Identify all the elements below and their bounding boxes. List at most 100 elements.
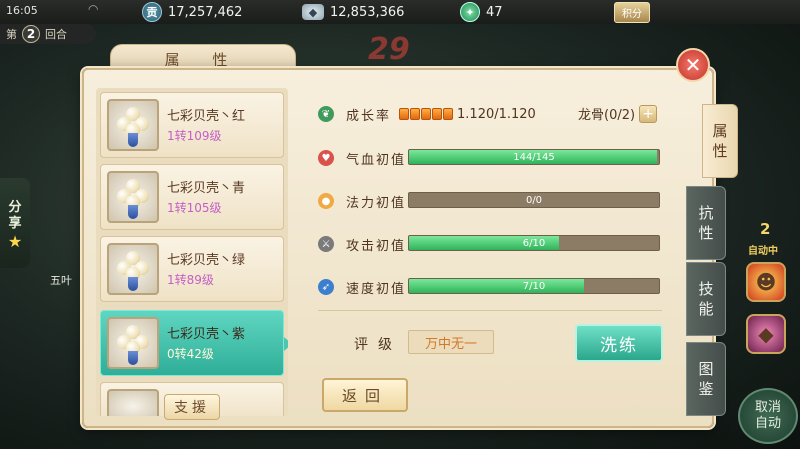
pet-list-item[interactable]: 七彩贝壳丶红 1转109级 — [100, 92, 284, 158]
rating-value: 万中无一 — [408, 330, 494, 354]
pet-level: 1转109级 — [167, 129, 222, 143]
attr-label: 攻击初值 — [346, 238, 407, 254]
attr-bar: 0/0 — [408, 192, 660, 208]
crystal-icon: ◆ — [758, 322, 774, 346]
attr-bar: 7/10 — [408, 278, 660, 294]
growth-label: 成长率 — [346, 108, 392, 124]
pet-list-item-selected[interactable]: 七彩贝壳丶紫 0转42级 — [100, 310, 288, 376]
share-label-2: 享 — [8, 216, 22, 231]
attr-row-attack: ⚔ 攻击初值 6/10 — [318, 234, 660, 254]
attr-bar-text: 6/10 — [522, 237, 546, 249]
pet-portrait — [107, 243, 159, 295]
growth-rate-row: ❦ 成长率 1.120/1.120 — [318, 104, 536, 124]
growth-pip — [443, 108, 454, 120]
jade-value: 47 — [486, 4, 503, 20]
tab-skills[interactable]: 技 能 — [686, 262, 726, 336]
tab-attributes[interactable]: 属 性 — [702, 104, 738, 178]
jade-icon: ✦ — [460, 2, 480, 22]
tab-label-1: 抗 — [698, 204, 714, 222]
assist-button[interactable]: 支援 — [164, 394, 220, 420]
cancel-auto-button[interactable]: 取消 自动 — [738, 388, 798, 444]
attr-row-hp: ♥ 气血初值 144/145 — [318, 148, 660, 168]
cancel-auto-label-2: 自动 — [754, 416, 781, 431]
pet-list[interactable]: 七彩贝壳丶红 1转109级 七彩贝壳丶青 1转105级 七彩贝壳丶绿 1转89级… — [96, 88, 288, 416]
attr-bar: 6/10 — [408, 235, 660, 251]
pet-level: 1转89级 — [167, 273, 214, 287]
growth-pip — [410, 108, 421, 120]
tab-label-2: 鉴 — [698, 380, 714, 398]
tab-resistance[interactable]: 抗 性 — [686, 186, 726, 260]
wifi-icon: ◠ — [88, 2, 99, 16]
rating-label: 评级 — [354, 337, 402, 353]
tab-label-1: 技 — [698, 280, 714, 298]
auto-status-label: 自动中 — [748, 246, 778, 257]
attr-bar-text: 0/0 — [525, 194, 543, 206]
close-button[interactable]: ✕ — [676, 48, 710, 82]
growth-pip — [432, 108, 443, 120]
back-button[interactable]: 返回 — [322, 378, 408, 412]
tab-codex[interactable]: 图 鉴 — [686, 342, 726, 416]
pet-level: 1转105级 — [167, 201, 222, 215]
share-button[interactable]: 分 享 ★ — [0, 178, 30, 268]
close-icon: ✕ — [684, 53, 702, 77]
shell-pet-icon — [113, 175, 153, 219]
attr-label: 速度初值 — [346, 281, 407, 297]
pet-name: 七彩贝壳丶紫 — [167, 327, 246, 342]
mana-icon: ● — [318, 193, 334, 209]
silver-value: 12,853,366 — [330, 4, 405, 20]
mask-icon: ☻ — [755, 270, 777, 294]
growth-pips — [399, 108, 454, 120]
skill-slot-1[interactable]: ☻ — [746, 262, 786, 302]
attr-row-mp: ● 法力初值 0/0 — [318, 191, 660, 211]
wash-button[interactable]: 洗练 — [575, 324, 663, 362]
pet-portrait — [107, 317, 159, 369]
pet-name: 七彩贝壳丶红 — [167, 109, 246, 124]
attr-label: 气血初值 — [346, 152, 407, 168]
share-label-1: 分 — [8, 200, 22, 215]
growth-pip — [421, 108, 432, 120]
dragonbone-row: 龙骨(0/2) + — [578, 104, 658, 123]
add-dragonbone-button[interactable]: + — [639, 104, 658, 123]
pet-name: 七彩贝壳丶青 — [167, 181, 246, 196]
growth-value: 1.120/1.120 — [457, 106, 536, 122]
auto-count: 2 — [760, 220, 771, 238]
gong-value: 17,257,462 — [168, 4, 243, 20]
pet-portrait — [107, 99, 159, 151]
round-suffix: 回合 — [45, 28, 67, 41]
clock-time: 16:05 — [6, 4, 38, 17]
silver-ingot-icon: ◆ — [302, 4, 324, 20]
gong-coin-icon: 贡 — [142, 2, 162, 22]
attr-label: 法力初值 — [346, 195, 407, 211]
round-number: 2 — [22, 25, 40, 43]
shell-pet-icon — [113, 103, 153, 147]
pet-level: 0转42级 — [167, 347, 214, 361]
cancel-auto-label-1: 取消 — [754, 400, 781, 415]
status-bar: 16:05 ◠ 贡 17,257,462 ◆ 12,853,366 ✦ 47 积… — [0, 0, 800, 24]
heart-icon: ♥ — [318, 150, 334, 166]
tab-label-1: 图 — [698, 360, 714, 378]
attr-bar-text: 7/10 — [522, 280, 546, 292]
unit-name-label: 五叶 — [50, 274, 72, 287]
battle-countdown: 29 — [368, 32, 410, 67]
pet-list-item[interactable]: 七彩贝壳丶青 1转105级 — [100, 164, 284, 230]
attr-bar-text: 144/145 — [513, 151, 555, 163]
shell-pet-icon — [113, 321, 153, 365]
tab-label-1: 属 — [712, 122, 728, 140]
divider — [318, 310, 662, 311]
panel-title: 属 性 — [164, 51, 242, 69]
attr-row-speed: ➶ 速度初值 7/10 — [318, 277, 660, 297]
round-indicator: 第 2 回合 — [0, 24, 96, 44]
tab-label-2: 性 — [698, 224, 714, 242]
pet-portrait — [107, 389, 159, 416]
leaf-icon: ❦ — [318, 106, 334, 122]
skill-slot-2[interactable]: ◆ — [746, 314, 786, 354]
pet-name: 七彩贝壳丶绿 — [167, 253, 246, 268]
growth-pip — [399, 108, 410, 120]
star-icon: ★ — [7, 232, 23, 251]
pet-list-item[interactable]: 七彩贝壳丶绿 1转89级 — [100, 236, 284, 302]
shell-pet-icon — [113, 247, 153, 291]
points-button[interactable]: 积分 — [614, 2, 650, 23]
speed-icon: ➶ — [318, 279, 334, 295]
pet-portrait — [107, 171, 159, 223]
tab-label-2: 性 — [712, 142, 728, 160]
